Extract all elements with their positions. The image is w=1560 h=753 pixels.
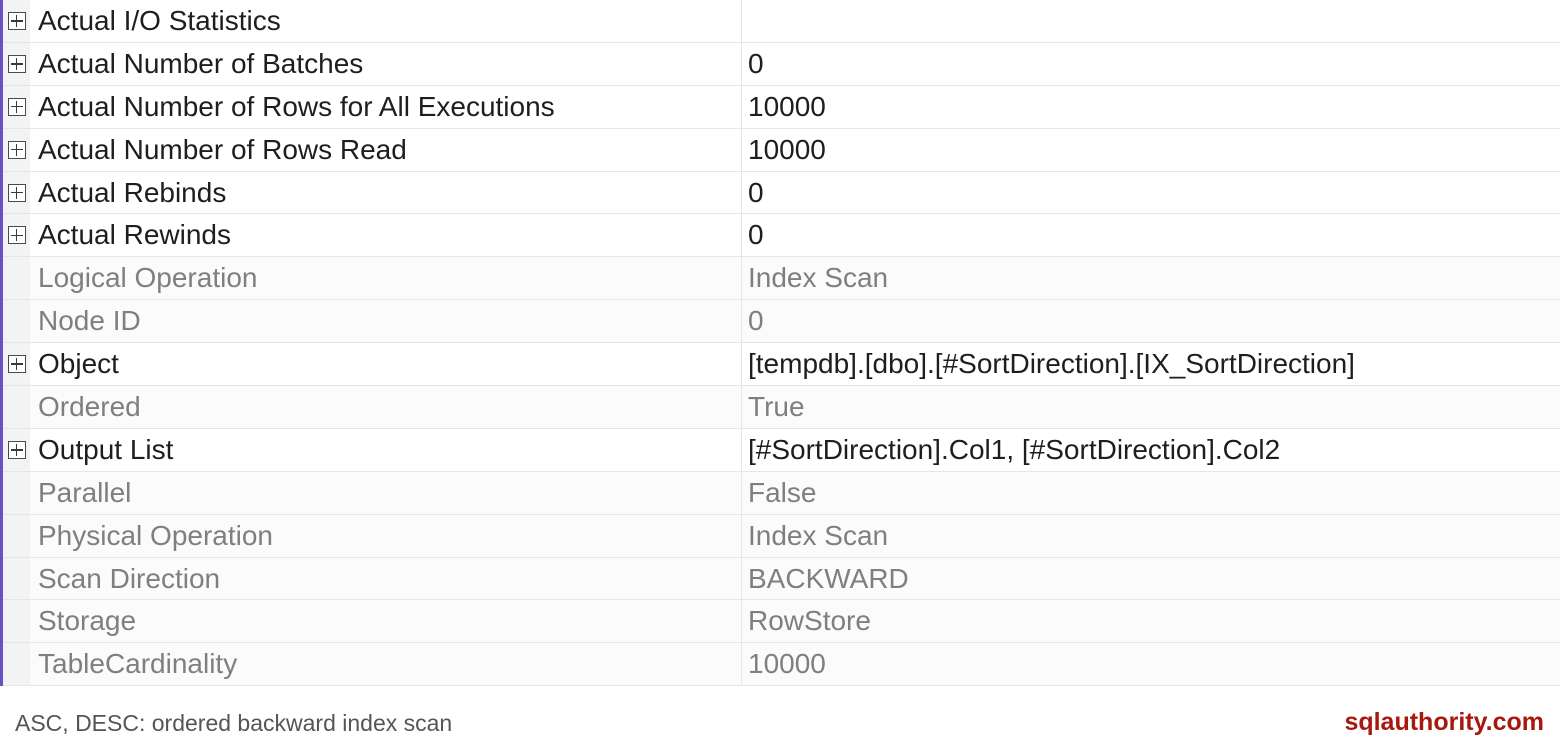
- property-value: [tempdb].[dbo].[#SortDirection].[IX_Sort…: [748, 348, 1355, 380]
- property-value: 10000: [748, 90, 826, 122]
- property-value: False: [748, 476, 817, 508]
- expand-plus-icon[interactable]: [7, 183, 26, 202]
- property-row[interactable]: Scan Direction BACKWARD: [3, 557, 1560, 601]
- row-gutter: [3, 471, 30, 514]
- properties-grid: Actual I/O Statistics Actual Number of Ba…: [0, 0, 1560, 687]
- property-value: True: [748, 390, 805, 422]
- property-name: Output List: [30, 428, 742, 471]
- property-value: 0: [748, 219, 764, 251]
- row-gutter: [3, 600, 30, 643]
- expand-plus-icon[interactable]: [7, 140, 26, 159]
- row-gutter: [3, 171, 30, 214]
- row-gutter: [3, 643, 30, 686]
- property-row[interactable]: Actual Number of Rows for All Executions…: [3, 85, 1560, 129]
- property-value: RowStore: [748, 605, 871, 637]
- property-value: Index Scan: [748, 519, 889, 551]
- row-gutter: [3, 300, 30, 343]
- property-row[interactable]: Physical Operation Index Scan: [3, 514, 1560, 558]
- row-gutter: [3, 0, 30, 42]
- footer: ASC, DESC: ordered backward index scan s…: [0, 686, 1560, 753]
- row-gutter: [3, 214, 30, 257]
- expand-plus-icon[interactable]: [7, 54, 26, 73]
- property-row[interactable]: Actual Rewinds 0: [3, 214, 1560, 258]
- property-row[interactable]: Actual Rebinds 0: [3, 171, 1560, 215]
- row-gutter: [3, 514, 30, 557]
- properties-panel: Actual I/O Statistics Actual Number of Ba…: [0, 0, 1560, 753]
- property-value: [742, 0, 1560, 42]
- property-row[interactable]: Parallel False: [3, 471, 1560, 515]
- property-value: 10000: [748, 133, 826, 165]
- property-name: Scan Direction: [30, 557, 742, 600]
- expand-plus-icon[interactable]: [7, 97, 26, 116]
- row-gutter: [3, 428, 30, 471]
- property-row[interactable]: Node ID 0: [3, 300, 1560, 344]
- expand-plus-icon[interactable]: [7, 440, 26, 459]
- property-value: Index Scan: [748, 262, 889, 294]
- property-value: BACKWARD: [748, 562, 909, 594]
- property-name: Actual Rebinds: [30, 171, 742, 214]
- property-name: Logical Operation: [30, 257, 742, 300]
- property-name: Physical Operation: [30, 514, 742, 557]
- property-row[interactable]: Storage RowStore: [3, 600, 1560, 644]
- expand-plus-icon[interactable]: [7, 355, 26, 374]
- property-name: Node ID: [30, 300, 742, 343]
- property-row[interactable]: Actual Number of Batches 0: [3, 42, 1560, 86]
- row-gutter: [3, 257, 30, 300]
- property-value: 0: [748, 47, 764, 79]
- property-value: 10000: [748, 648, 826, 680]
- row-gutter: [3, 557, 30, 600]
- property-name: Actual Number of Batches: [30, 42, 742, 85]
- property-value: [#SortDirection].Col1, [#SortDirection].…: [748, 433, 1281, 465]
- property-name: Ordered: [30, 386, 742, 428]
- caption-text: ASC, DESC: ordered backward index scan: [15, 710, 453, 736]
- property-name: Storage: [30, 600, 742, 643]
- row-gutter: [3, 386, 30, 428]
- property-name: Actual Number of Rows Read: [30, 128, 742, 171]
- property-name: Parallel: [30, 471, 742, 514]
- property-name: TableCardinality: [30, 643, 742, 686]
- expand-plus-icon[interactable]: [7, 226, 26, 245]
- row-gutter: [3, 128, 30, 171]
- property-row[interactable]: TableCardinality 10000: [3, 643, 1560, 687]
- property-row[interactable]: Logical Operation Index Scan: [3, 257, 1560, 301]
- expand-plus-icon[interactable]: [7, 11, 26, 30]
- property-row[interactable]: Actual I/O Statistics: [3, 0, 1560, 43]
- property-row[interactable]: Ordered True: [3, 386, 1560, 429]
- brand-watermark: sqlauthority.com: [1344, 708, 1544, 736]
- property-value: 0: [748, 176, 764, 208]
- property-row[interactable]: Object [tempdb].[dbo].[#SortDirection].[I…: [3, 343, 1560, 387]
- property-name: Actual Number of Rows for All Executions: [30, 85, 742, 128]
- property-name: Object: [30, 343, 742, 386]
- property-row[interactable]: Output List [#SortDirection].Col1, [#Sort…: [3, 428, 1560, 472]
- row-gutter: [3, 42, 30, 85]
- property-row[interactable]: Actual Number of Rows Read 10000: [3, 128, 1560, 172]
- row-gutter: [3, 343, 30, 386]
- property-name: Actual I/O Statistics: [30, 0, 742, 42]
- property-name: Actual Rewinds: [30, 214, 742, 257]
- row-gutter: [3, 85, 30, 128]
- property-value: 0: [748, 305, 764, 337]
